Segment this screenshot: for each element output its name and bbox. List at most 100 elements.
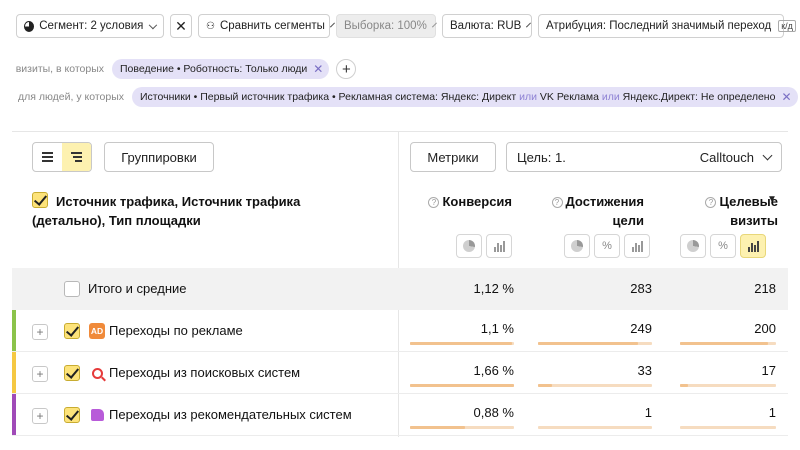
totals-target-visits: 218 <box>754 281 776 296</box>
target-visits-share-bar <box>680 384 776 387</box>
add-visits-condition-button[interactable]: + <box>336 59 357 79</box>
bar-chart-button[interactable] <box>486 234 512 258</box>
row-checkbox[interactable] <box>64 365 80 381</box>
chevron-down-icon <box>149 20 158 29</box>
attribution-select-label: Атрибуция: Последний значимый переход <box>546 20 772 32</box>
pie-chart-icon <box>463 240 475 252</box>
currency-select[interactable]: Валюта: RUB <box>442 14 532 38</box>
row-color-stripe <box>12 394 16 436</box>
row-conversion: 1,1 % <box>480 321 514 336</box>
chevron-down-icon <box>431 22 437 27</box>
segment-button[interactable]: Сегмент: 2 условия <box>16 14 164 38</box>
column-goal-reaches[interactable]: ? Достижения цели <box>534 192 644 230</box>
segment-pie-icon <box>24 20 35 32</box>
attribution-badge: к/д <box>778 20 796 32</box>
list-view-button[interactable] <box>33 143 62 171</box>
totals-label: Итого и средние <box>88 281 187 296</box>
dimension-header: Источник трафика, Источник трафика (дета… <box>32 192 372 230</box>
row-conversion: 1,66 % <box>473 363 514 378</box>
currency-select-label: Валюта: RUB <box>450 20 522 32</box>
pie-chart-button[interactable] <box>564 234 590 258</box>
table-row[interactable]: + Переходы из поисковых систем 1,66 % 33… <box>12 352 788 394</box>
chip-part: VK Реклама <box>539 91 599 103</box>
segment-button-label: Сегмент: 2 условия <box>39 20 144 32</box>
bar-chart-button[interactable] <box>624 234 650 258</box>
goal-reaches-share-bar <box>538 426 652 429</box>
bar-chart-icon <box>493 240 505 252</box>
totals-checkbox[interactable] <box>64 281 80 297</box>
tree-view-button[interactable] <box>62 143 91 171</box>
list-icon <box>42 152 53 162</box>
row-checkbox[interactable] <box>64 323 80 339</box>
compare-icon: ⚇ <box>206 20 215 32</box>
dimension-header-title: Источник трафика, Источник трафика (дета… <box>32 194 301 228</box>
target-visits-share-bar <box>680 342 776 345</box>
report-table: Группировки Метрики Цель: 1. Calltouch И… <box>12 131 788 441</box>
expand-row-button[interactable]: + <box>32 366 48 382</box>
row-color-stripe <box>12 352 16 394</box>
conversion-share-bar <box>410 426 514 429</box>
visits-chip-text: Поведение • Роботность: Только люди <box>120 63 308 75</box>
ad-icon: AD <box>89 323 105 339</box>
chip-part: Источники • Первый источник трафика • Ре… <box>140 91 517 103</box>
expand-row-button[interactable]: + <box>32 324 48 340</box>
chevron-down-icon <box>762 150 773 161</box>
chip-or: или <box>601 91 620 103</box>
row-target-visits: 200 <box>754 321 776 336</box>
close-icon: ✕ <box>175 17 187 34</box>
sample-select[interactable]: Выборка: 100% <box>336 14 437 38</box>
select-all-checkbox[interactable] <box>32 192 48 208</box>
attribution-select[interactable]: Атрибуция: Последний значимый переход к/… <box>538 14 796 38</box>
clear-segment-button[interactable]: ✕ <box>170 14 192 38</box>
bar-chart-button[interactable] <box>740 234 766 258</box>
close-icon[interactable]: ✕ <box>781 90 791 104</box>
pie-chart-button[interactable] <box>680 234 706 258</box>
row-goal-reaches: 1 <box>644 405 652 420</box>
row-color-stripe <box>12 310 16 352</box>
chevron-down-icon <box>526 22 532 27</box>
compare-segments-label: Сравнить сегменты <box>219 20 325 32</box>
close-icon[interactable]: ✕ <box>313 62 323 76</box>
percent-icon: % <box>718 240 728 252</box>
people-chip-text: Источники • Первый источник трафика • Ре… <box>140 91 775 103</box>
table-row[interactable]: + AD Переходы по рекламе 1,1 % 249 200 <box>12 310 788 352</box>
tree-icon <box>71 152 82 162</box>
compare-segments-button[interactable]: ⚇ Сравнить сегменты <box>198 14 335 38</box>
thumbs-up-icon <box>89 407 105 423</box>
sort-desc-icon[interactable]: ▼ <box>767 194 777 205</box>
goal-select-label: Цель: 1. <box>517 149 566 165</box>
percent-button[interactable]: % <box>594 234 620 258</box>
help-icon[interactable]: ? <box>428 197 440 208</box>
goal-select[interactable]: Цель: 1. Calltouch <box>506 142 782 172</box>
pie-chart-button[interactable] <box>456 234 482 258</box>
conversion-view-buttons <box>456 234 512 258</box>
bar-chart-icon <box>631 240 643 252</box>
totals-row: Итого и средние 1,12 % 283 218 <box>12 268 788 310</box>
column-conversion[interactable]: ? Конверсия <box>408 192 512 211</box>
filter-bar: Сегмент: 2 условия ✕ ⚇ Сравнить сегменты… <box>16 14 796 38</box>
target-visits-share-bar <box>680 426 776 429</box>
conversion-share-bar <box>410 384 514 387</box>
totals-goal-reaches: 283 <box>630 281 652 296</box>
row-label: Переходы по рекламе <box>109 323 243 338</box>
people-condition-chip[interactable]: Источники • Первый источник трафика • Ре… <box>132 87 798 107</box>
table-row[interactable]: + Переходы из рекомендательных систем 0,… <box>12 394 788 436</box>
help-icon[interactable]: ? <box>705 197 717 208</box>
groupings-button[interactable]: Группировки <box>104 142 214 172</box>
visits-condition-chip[interactable]: Поведение • Роботность: Только люди ✕ <box>112 59 330 79</box>
totals-conversion: 1,12 % <box>473 281 514 296</box>
row-checkbox[interactable] <box>64 407 80 423</box>
metrics-button[interactable]: Метрики <box>410 142 496 172</box>
goal-reaches-share-bar <box>538 342 652 345</box>
expand-row-button[interactable]: + <box>32 408 48 424</box>
search-icon <box>89 365 105 381</box>
goal-reaches-share-bar <box>538 384 652 387</box>
pie-chart-icon <box>687 240 699 252</box>
visits-condition-row: визиты, в которых Поведение • Роботность… <box>14 59 357 79</box>
help-icon[interactable]: ? <box>551 197 563 208</box>
goal-reaches-view-buttons: % <box>564 234 650 258</box>
row-goal-reaches: 33 <box>637 363 652 378</box>
percent-button[interactable]: % <box>710 234 736 258</box>
column-target-visits[interactable]: ? Целевые визиты <box>666 192 778 230</box>
view-toggle <box>32 142 92 172</box>
